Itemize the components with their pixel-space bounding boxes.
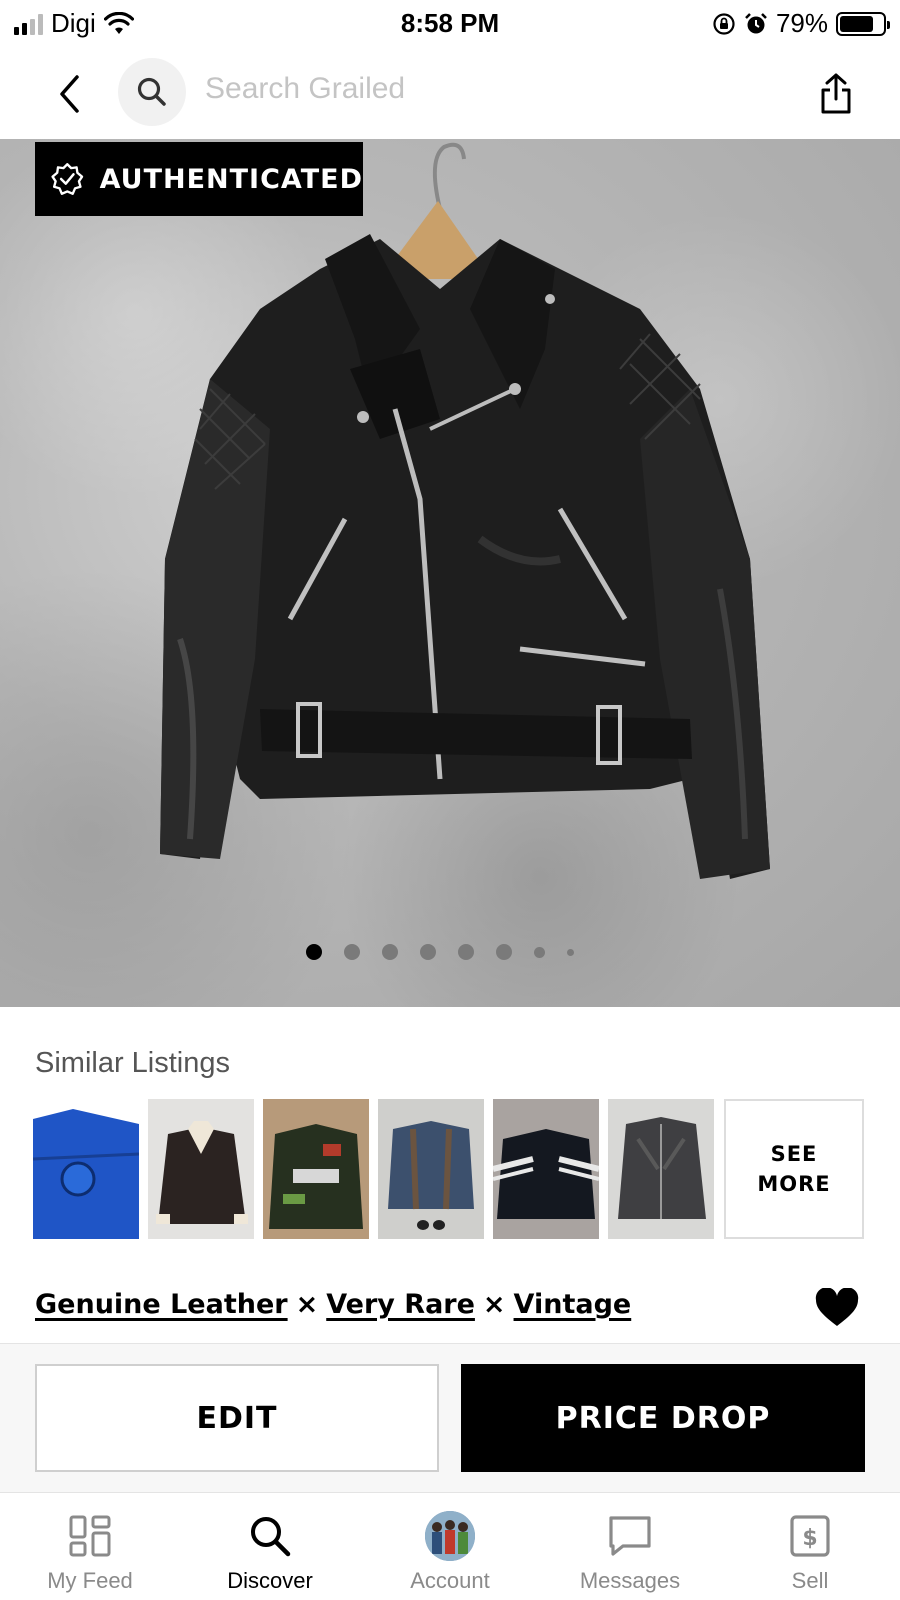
tab-my-feed[interactable]: My Feed: [0, 1494, 180, 1600]
photo-pagination[interactable]: [306, 944, 574, 960]
similar-listings-row: SEE MORE: [33, 1099, 864, 1239]
listing-photo[interactable]: AUTHENTICATED: [0, 139, 900, 1007]
page-dot[interactable]: [496, 944, 512, 960]
moto-jacket-thumb: [493, 1129, 599, 1219]
designer-separator: ×: [482, 1289, 506, 1320]
back-icon: [60, 75, 79, 113]
page-dot[interactable]: [567, 948, 574, 956]
page-dot[interactable]: [344, 944, 360, 960]
tab-sell[interactable]: $ Sell: [720, 1494, 900, 1600]
see-more-button[interactable]: SEE MORE: [724, 1099, 864, 1239]
shearling-jacket-thumb: [156, 1121, 248, 1224]
share-icon: [821, 73, 851, 114]
page-dot[interactable]: [306, 944, 322, 960]
authenticated-label: AUTHENTICATED: [99, 163, 363, 195]
racing-jacket-thumb: [263, 1099, 369, 1239]
page-dot[interactable]: [382, 944, 398, 960]
page-dot[interactable]: [458, 944, 474, 960]
page-dot[interactable]: [420, 944, 436, 960]
designer-link[interactable]: Very Rare: [326, 1289, 475, 1320]
chat-icon: [609, 1516, 651, 1556]
leather-jacket-photo: [160, 142, 770, 879]
feed-icon: [69, 1515, 111, 1557]
verified-badge-icon: [51, 163, 84, 195]
battery-level: [840, 15, 874, 32]
tab-label: Account: [410, 1568, 490, 1593]
designer-links: Genuine Leather × Very Rare × Vintage: [35, 1289, 631, 1320]
tab-label: Discover: [227, 1568, 313, 1593]
similar-listing-thumb[interactable]: [608, 1099, 714, 1239]
see-more-label-line1: SEE: [770, 1142, 818, 1166]
similar-listing-thumb[interactable]: [33, 1099, 139, 1239]
battery-percent: 79%: [775, 8, 828, 38]
favorite-button[interactable]: [814, 1287, 860, 1333]
edit-button[interactable]: EDIT: [35, 1364, 439, 1472]
tab-label: My Feed: [47, 1568, 133, 1593]
svg-text:$: $: [802, 1526, 817, 1551]
tab-account[interactable]: Account: [360, 1494, 540, 1600]
tab-label: Messages: [579, 1568, 681, 1593]
tab-label: Sell: [791, 1568, 829, 1593]
similar-listing-thumb[interactable]: [148, 1099, 254, 1239]
see-more-label-line2: MORE: [757, 1172, 831, 1196]
designer-link[interactable]: Vintage: [514, 1289, 632, 1320]
denim-jacket-thumb: [388, 1121, 474, 1230]
price-drop-button[interactable]: PRICE DROP: [461, 1364, 865, 1472]
blue-jacket-thumb: [33, 1109, 139, 1239]
authenticated-badge[interactable]: AUTHENTICATED: [35, 142, 363, 216]
similar-listing-thumb[interactable]: [378, 1099, 484, 1239]
similar-listing-thumb[interactable]: [263, 1099, 369, 1239]
designer-link[interactable]: Genuine Leather: [35, 1289, 288, 1320]
page-dot[interactable]: [534, 946, 545, 958]
heart-icon: [815, 1287, 859, 1326]
similar-listings-heading: Similar Listings: [35, 1047, 230, 1079]
alarm-icon: [745, 12, 767, 33]
back-button[interactable]: [44, 66, 94, 122]
search-input[interactable]: Search Grailed: [205, 72, 405, 106]
rotation-lock-icon: [713, 12, 735, 35]
dollar-tag-icon: $: [790, 1515, 830, 1557]
status-right: 79%: [712, 8, 890, 39]
grey-leather-jacket-thumb: [618, 1117, 706, 1219]
top-nav: Search Grailed: [0, 50, 900, 138]
search-icon: [251, 1517, 291, 1557]
tab-messages[interactable]: Messages: [540, 1494, 720, 1600]
avatar: [425, 1511, 475, 1561]
bottom-tab-bar: My Feed Discover Account Messages $ Sell: [0, 1494, 900, 1600]
tab-discover[interactable]: Discover: [180, 1494, 360, 1600]
similar-listing-thumb[interactable]: [493, 1099, 599, 1239]
battery-icon: [836, 11, 890, 36]
search-button[interactable]: [118, 58, 186, 126]
designer-separator: ×: [295, 1289, 319, 1320]
search-icon: [137, 77, 166, 106]
status-bar: Digi 8:58 PM 79%: [0, 0, 900, 46]
share-button[interactable]: [810, 64, 862, 124]
listing-action-bar: EDIT PRICE DROP: [0, 1343, 900, 1493]
